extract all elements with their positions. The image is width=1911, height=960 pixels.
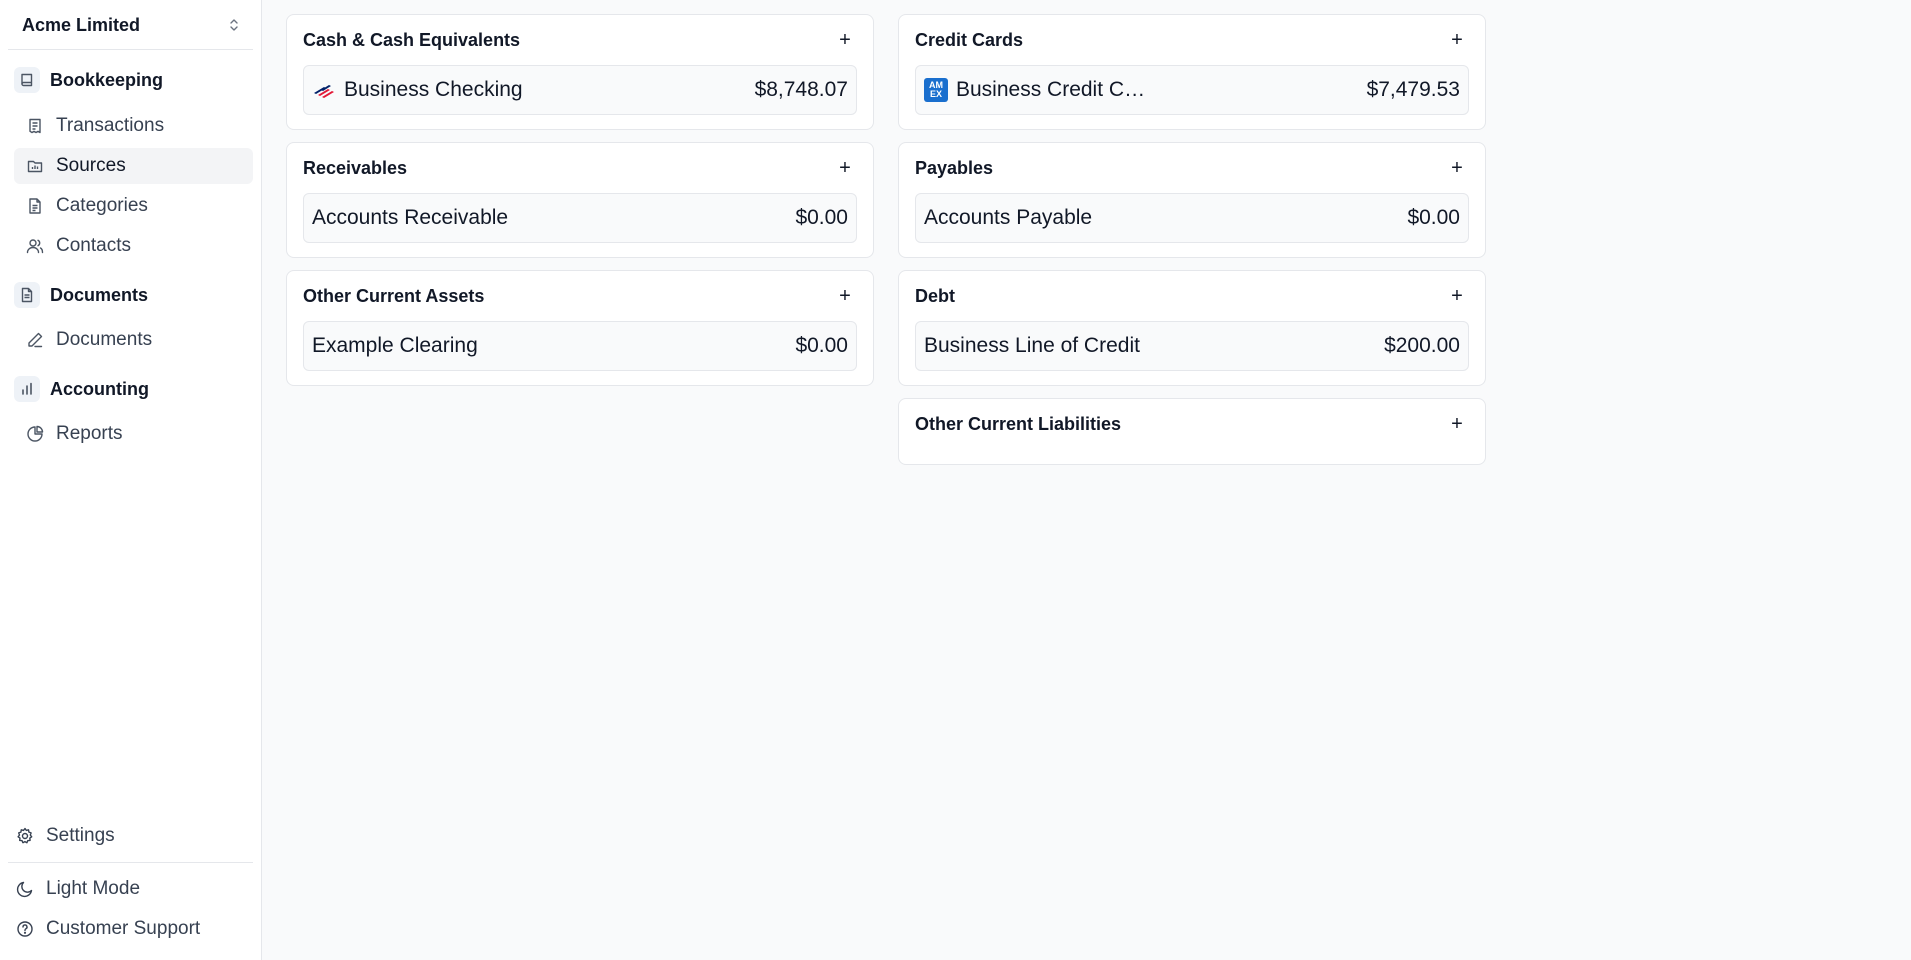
card-payables: Payables + Accounts Payable $0.00	[898, 142, 1486, 258]
add-account-button[interactable]: +	[1445, 284, 1469, 308]
sidebar-item-contacts[interactable]: Contacts	[14, 228, 253, 264]
add-account-button[interactable]: +	[833, 28, 857, 52]
book-icon	[14, 67, 40, 93]
card-cash-equivalents: Cash & Cash Equivalents + Business Check…	[286, 14, 874, 130]
account-row-example-clearing[interactable]: Example Clearing $0.00	[303, 321, 857, 371]
help-circle-icon	[17, 921, 33, 937]
folder-chart-icon	[27, 160, 43, 173]
account-balance: $200.00	[1384, 334, 1460, 357]
sidebar-item-documents[interactable]: Documents	[14, 322, 253, 358]
customer-support-link[interactable]: Customer Support	[14, 913, 200, 945]
moon-icon	[16, 881, 33, 898]
account-row-accounts-payable[interactable]: Accounts Payable $0.00	[915, 193, 1469, 243]
users-icon	[26, 239, 44, 254]
card-debt: Debt + Business Line of Credit $200.00	[898, 270, 1486, 386]
card-other-current-liabilities: Other Current Liabilities +	[898, 398, 1486, 465]
bar-chart-icon	[14, 376, 40, 402]
sidebar: Acme Limited Bookkeeping Transactions So…	[0, 0, 262, 960]
card-credit-cards: Credit Cards + AM EX Business Credit Car…	[898, 14, 1486, 130]
theme-toggle[interactable]: Light Mode	[14, 873, 140, 905]
card-receivables: Receivables + Accounts Receivable $0.00	[286, 142, 874, 258]
card-title: Other Current Assets	[303, 285, 485, 306]
add-account-button[interactable]: +	[833, 284, 857, 308]
account-row-business-checking[interactable]: Business Checking $8,748.07	[303, 65, 857, 115]
account-balance: $8,748.07	[754, 78, 848, 101]
pie-chart-icon	[27, 425, 44, 442]
account-row-accounts-receivable[interactable]: Accounts Receivable $0.00	[303, 193, 857, 243]
org-switcher[interactable]: Acme Limited	[14, 10, 248, 40]
card-title: Other Current Liabilities	[915, 413, 1122, 434]
org-name: Acme Limited	[22, 14, 141, 35]
receipt-icon	[29, 118, 41, 134]
card-title: Credit Cards	[915, 29, 1024, 50]
settings-link[interactable]: Settings	[14, 820, 115, 852]
sidebar-item-sources[interactable]: Sources	[14, 148, 253, 184]
chevrons-up-down-icon	[230, 19, 238, 31]
account-balance: $0.00	[795, 334, 848, 357]
card-other-current-assets: Other Current Assets + Example Clearing …	[286, 270, 874, 386]
bottom-divider	[8, 862, 253, 863]
account-row-business-line-of-credit[interactable]: Business Line of Credit $200.00	[915, 321, 1469, 371]
account-row-business-credit-card[interactable]: AM EX Business Credit Card $7,479.53	[915, 65, 1469, 115]
add-account-button[interactable]: +	[1445, 28, 1469, 52]
card-title: Cash & Cash Equivalents	[303, 29, 521, 50]
account-balance: $7,479.53	[1366, 78, 1460, 101]
sidebar-divider	[8, 49, 253, 50]
pen-icon	[28, 332, 43, 348]
account-balance: $0.00	[795, 206, 848, 229]
add-account-button[interactable]: +	[833, 156, 857, 180]
sidebar-item-transactions[interactable]: Transactions	[14, 108, 253, 144]
sidebar-item-categories[interactable]: Categories	[14, 188, 253, 224]
section-bookkeeping: Bookkeeping	[14, 67, 163, 93]
section-documents: Documents	[14, 282, 148, 308]
account-balance: $0.00	[1407, 206, 1460, 229]
sidebar-item-reports[interactable]: Reports	[14, 416, 253, 452]
card-title: Payables	[915, 157, 994, 178]
amex-logo-icon: AM EX	[924, 78, 948, 102]
add-account-button[interactable]: +	[1445, 156, 1469, 180]
card-title: Debt	[915, 285, 955, 306]
bank-flag-logo-icon	[314, 85, 334, 98]
file-text-icon	[29, 198, 41, 214]
section-accounting: Accounting	[14, 376, 149, 402]
add-account-button[interactable]: +	[1445, 412, 1469, 436]
card-title: Receivables	[303, 157, 408, 178]
document-icon	[14, 282, 40, 308]
gear-icon	[17, 827, 33, 844]
